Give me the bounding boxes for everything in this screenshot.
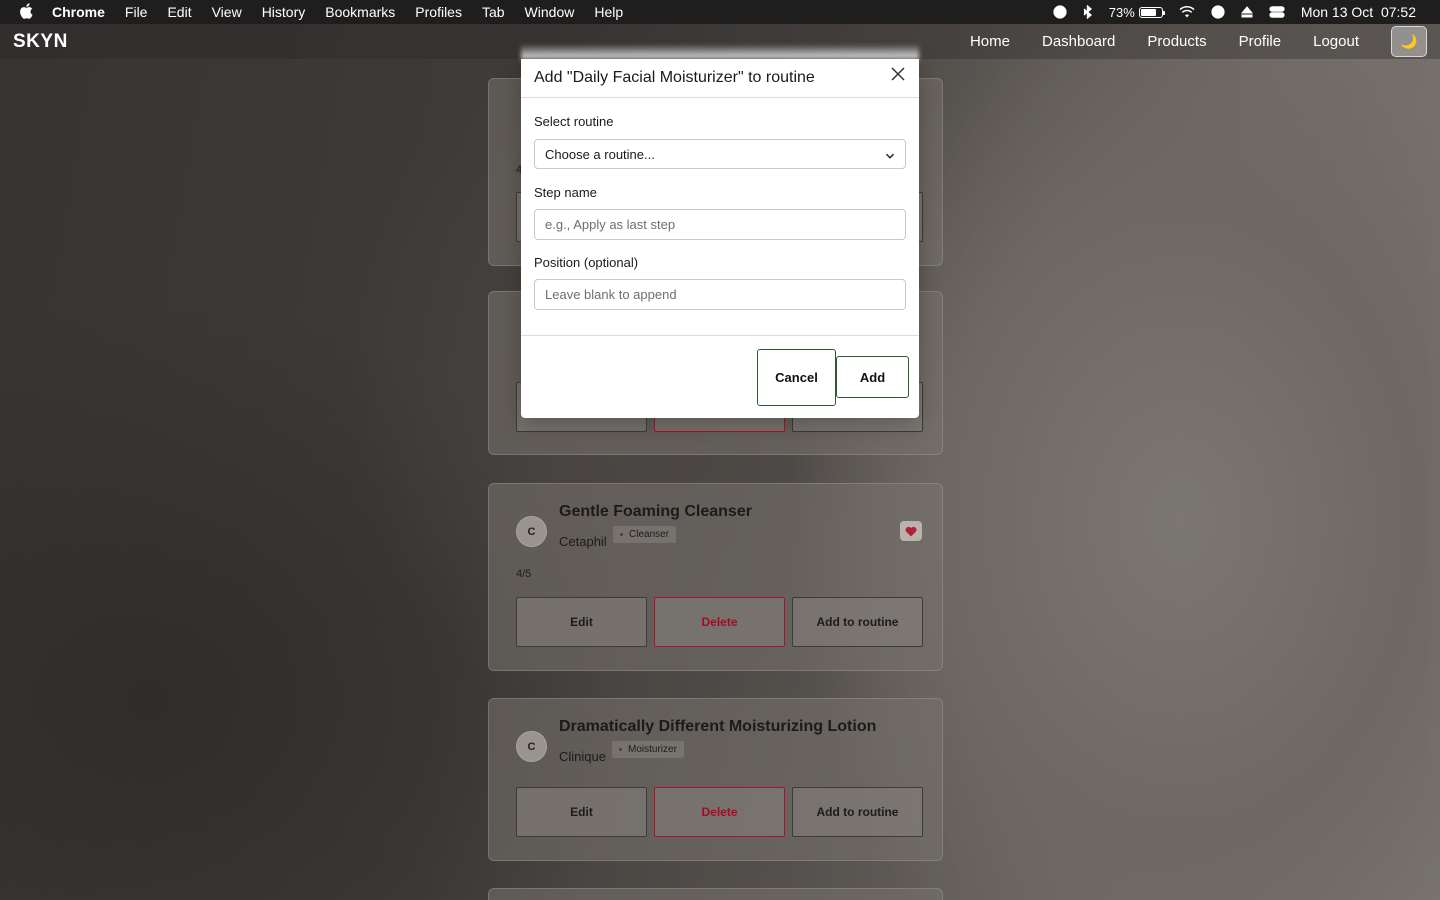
moon-icon: 🌙 xyxy=(1400,33,1418,49)
product-title: Gentle Foaming Cleanser xyxy=(559,503,752,520)
position-label: Position (optional) xyxy=(534,255,639,270)
modal-title: Add "Daily Facial Moisturizer" to routin… xyxy=(534,69,815,86)
step-name-input[interactable] xyxy=(534,209,906,240)
product-avatar: C xyxy=(516,516,547,547)
brand-logo[interactable]: SKYN xyxy=(13,31,68,53)
product-card xyxy=(488,888,943,900)
menu-view[interactable]: View xyxy=(202,4,252,20)
apple-icon[interactable] xyxy=(0,2,52,22)
menu-bookmarks[interactable]: Bookmarks xyxy=(315,4,405,20)
product-card: C Dramatically Different Moisturizing Lo… xyxy=(488,698,943,861)
edit-button[interactable]: Edit xyxy=(516,787,647,837)
product-title: Dramatically Different Moisturizing Loti… xyxy=(559,718,877,735)
step-name-label: Step name xyxy=(534,185,597,200)
menu-edit[interactable]: Edit xyxy=(157,4,201,20)
menu-tab[interactable]: Tab xyxy=(472,4,515,20)
product-category-tag: Moisturizer xyxy=(611,740,685,759)
tag-label: Cleanser xyxy=(629,529,670,540)
routine-select-value: Choose a routine... xyxy=(545,146,655,162)
position-input[interactable] xyxy=(534,279,906,310)
routine-label: Select routine xyxy=(534,114,614,129)
airdrop-icon[interactable] xyxy=(1045,5,1075,19)
modal-header: Add "Daily Facial Moisturizer" to routin… xyxy=(521,59,919,98)
product-rating: 4/5 xyxy=(516,568,532,580)
product-brand: Cetaphil xyxy=(559,534,607,549)
nav-home[interactable]: Home xyxy=(970,33,1010,50)
product-avatar: C xyxy=(516,731,547,762)
user-account-icon[interactable] xyxy=(1203,5,1233,19)
status-area: 73% Mon 13 Oct 07:52 xyxy=(1045,4,1440,20)
heart-icon xyxy=(905,526,917,536)
page-scrollbar[interactable] xyxy=(1430,59,1440,900)
bluetooth-icon[interactable] xyxy=(1075,5,1101,19)
menu-history[interactable]: History xyxy=(252,4,316,20)
mac-menubar: Chrome File Edit View History Bookmarks … xyxy=(0,0,1440,24)
battery-indicator[interactable]: 73% xyxy=(1101,5,1171,20)
clock[interactable]: Mon 13 Oct 07:52 xyxy=(1293,4,1424,20)
chevron-down-icon xyxy=(885,149,895,159)
cancel-button[interactable]: Cancel xyxy=(757,349,836,406)
menu-window[interactable]: Window xyxy=(515,4,585,20)
close-icon xyxy=(891,67,905,81)
modal-top-edge xyxy=(521,44,919,59)
modal-footer-divider xyxy=(521,335,919,336)
control-center-icon[interactable] xyxy=(1261,6,1293,18)
product-card: C Gentle Foaming Cleanser Cetaphil Clean… xyxy=(488,483,943,671)
menu-help[interactable]: Help xyxy=(584,4,633,20)
product-brand: Clinique xyxy=(559,749,606,764)
nav-links: Home Dashboard Products Profile Logout xyxy=(970,33,1391,50)
menu-profiles[interactable]: Profiles xyxy=(405,4,472,20)
battery-percent: 73% xyxy=(1108,4,1135,20)
add-to-routine-button[interactable]: Add to routine xyxy=(792,597,923,647)
battery-icon xyxy=(1138,6,1165,18)
battery-fill xyxy=(1140,8,1156,16)
modal-body: Select routine Choose a routine... Step … xyxy=(521,114,919,310)
nav-products[interactable]: Products xyxy=(1147,33,1206,50)
theme-toggle-button[interactable]: 🌙 xyxy=(1391,26,1427,57)
nav-profile[interactable]: Profile xyxy=(1239,33,1282,50)
tag-label: Moisturizer xyxy=(628,744,677,755)
add-to-routine-button[interactable]: Add to routine xyxy=(792,787,923,837)
close-button[interactable] xyxy=(889,65,907,83)
delete-button[interactable]: Delete xyxy=(654,597,785,647)
delete-button[interactable]: Delete xyxy=(654,787,785,837)
edit-button[interactable]: Edit xyxy=(516,597,647,647)
menu-app-name[interactable]: Chrome xyxy=(52,4,115,20)
add-to-routine-modal: Add "Daily Facial Moisturizer" to routin… xyxy=(521,59,919,418)
favorite-button[interactable] xyxy=(900,521,922,541)
nav-logout[interactable]: Logout xyxy=(1313,33,1359,50)
nav-dashboard[interactable]: Dashboard xyxy=(1042,33,1115,50)
menu-file[interactable]: File xyxy=(115,4,158,20)
add-button[interactable]: Add xyxy=(836,356,909,398)
product-category-tag: Cleanser xyxy=(612,525,678,544)
routine-select[interactable]: Choose a routine... xyxy=(534,139,906,169)
eject-icon[interactable] xyxy=(1233,6,1261,18)
wifi-icon[interactable] xyxy=(1171,6,1203,18)
